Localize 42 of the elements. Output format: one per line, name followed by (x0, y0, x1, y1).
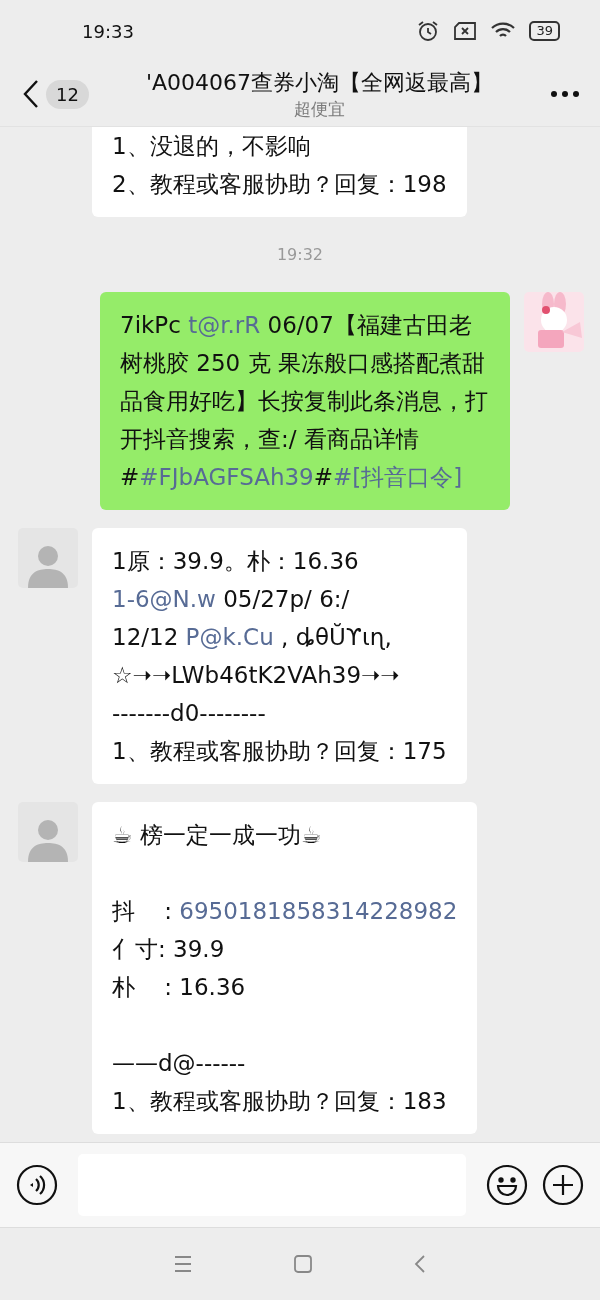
message-text: ☆➝➝LWb46tK2VAh39➝➝ (112, 661, 401, 690)
chat-title: 'A004067查券小淘【全网返最高】 (145, 68, 493, 97)
link[interactable]: 6950181858314228982 (179, 898, 458, 924)
link[interactable]: 1-6@N.w (112, 586, 216, 612)
chat-subtitle: 超便宜 (293, 97, 345, 121)
avatar-icon[interactable] (18, 528, 78, 588)
link[interactable]: #FJbAGFSAh39 (139, 464, 314, 490)
message-text: 7ikPc t@r.rR 06/07【福建古田老树桃胶 250 克 果冻般口感搭配煮甜品食用好吃】长按复制此条消息，打开抖音搜索，查:/ 看商品详情##FJbAGFSAh39##[抖音口令] (120, 311, 489, 492)
message-text: 1、教程或客服协助？回复：183 (112, 1087, 448, 1116)
message-bubble[interactable]: 1原：39.9。朴：16.36 1-6@N.w 05/27p/ 6:/ 12/12 P@k.Cu , ȡθŬϒɩɳ, ☆➝➝LWb46tK2VAh39➝➝ -------d0-------- 1、教程或客服协助？回复：175 (92, 528, 467, 784)
timestamp: 19:32 (276, 244, 324, 266)
emoji-icon[interactable] (486, 1164, 528, 1206)
message-text: ——d@------ (112, 1049, 247, 1078)
message-text: 1、教程或客服协助？回复：175 (112, 737, 447, 766)
unread-count: 12 (46, 79, 89, 109)
message-text: -------d0-------- (112, 699, 267, 728)
message-text: 1原：39.9。朴：16.36 (112, 547, 360, 576)
message-text: 抖 : 6950181858314228982 (112, 897, 458, 926)
message-text: 12/12 P@k.Cu , ȡθŬϒɩɳ, (112, 622, 393, 652)
message-text: 1-6@N.w 05/27p/ 6:/ (112, 585, 351, 614)
add-icon[interactable] (542, 1164, 584, 1206)
message-text: ☕ 榜一定一成一功☕ (112, 821, 323, 850)
voice-icon[interactable] (16, 1164, 58, 1206)
message-text: 1、没退的，不影响 (112, 132, 312, 161)
sim-icon (453, 21, 478, 41)
alarm-icon (417, 20, 440, 42)
link[interactable]: P@k.Cu (185, 624, 274, 650)
status-time: 19:33 (82, 20, 135, 42)
message-bubble[interactable]: 1、没退的，不影响 2、教程或客服协助？回复：198 (92, 127, 467, 217)
menu-icon[interactable] (173, 1255, 193, 1273)
battery-icon: 39 (529, 21, 560, 41)
back-icon[interactable] (22, 79, 40, 109)
link[interactable]: t@r.rR (188, 312, 261, 338)
message-text: 2、教程或客服协助？回复：198 (112, 170, 447, 199)
message-text: 朴 : 16.36 (112, 973, 247, 1002)
message-bubble[interactable]: 7ikPc t@r.rR 06/07【福建古田老树桃胶 250 克 果冻般口感搭配煮甜品食用好吃】长按复制此条消息，打开抖音搜索，查:/ 看商品详情##FJbAGFSAh39##[抖音口令] (100, 292, 510, 510)
message-text: 亻寸: 39.9 (112, 935, 226, 964)
message-bubble[interactable]: ☕ 榜一定一成一功☕ 抖 : 6950181858314228982 亻寸: 39.9 朴 : 16.36 ——d@------ 1、教程或客服协助？回复：183 (92, 802, 478, 1134)
more-icon[interactable] (550, 90, 580, 98)
avatar-icon[interactable] (18, 802, 78, 862)
home-icon[interactable] (293, 1254, 313, 1274)
link[interactable]: #[抖音口令] (333, 464, 463, 490)
